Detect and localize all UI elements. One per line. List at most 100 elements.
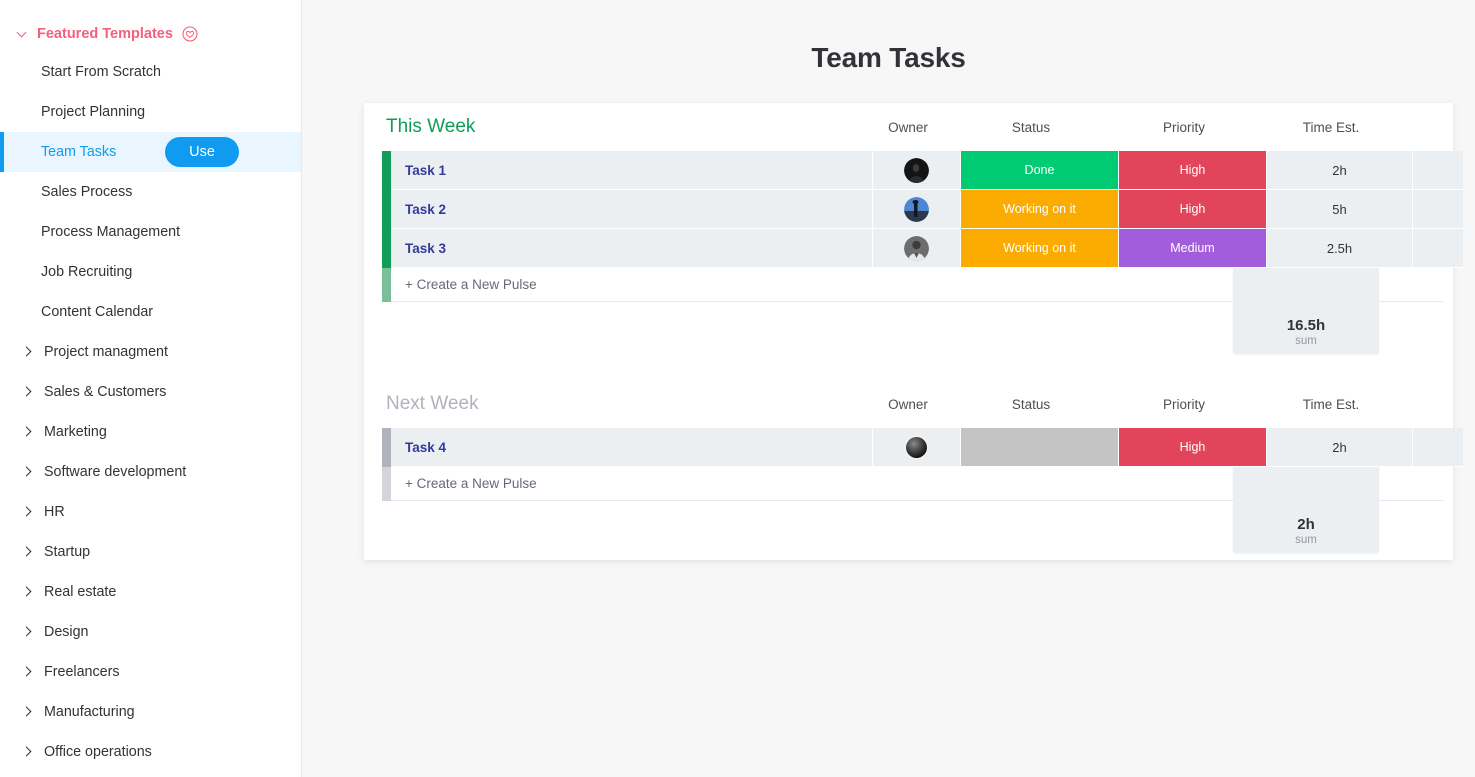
sidebar-group-project-managment[interactable]: Project managment — [0, 332, 301, 372]
sidebar-featured-templates-label: Featured Templates — [37, 26, 173, 42]
cell-priority[interactable]: High — [1119, 428, 1267, 467]
sidebar-group-label: Office operations — [44, 744, 152, 760]
board-group-this-week: This Week Owner Status Priority Time Est… — [364, 103, 1463, 354]
chevron-right-icon — [22, 746, 34, 758]
chevron-right-icon — [22, 586, 34, 598]
sidebar-item-process-management[interactable]: Process Management — [0, 212, 301, 252]
chevron-right-icon — [22, 506, 34, 518]
group-summary-strip: 2h sum — [364, 467, 1453, 553]
app-root: Featured Templates Start From Scratch Pr… — [0, 0, 1475, 777]
sidebar-group-label: HR — [44, 504, 65, 520]
time-est-sum-value: 16.5h — [1286, 317, 1326, 334]
board-preview-card: This Week Owner Status Priority Time Est… — [364, 103, 1463, 560]
sidebar-group-label: Startup — [44, 544, 91, 560]
avatar-person-icon — [904, 235, 929, 261]
column-header-status[interactable]: Status — [952, 397, 1110, 412]
chevron-right-icon — [22, 386, 34, 398]
chevron-right-icon — [22, 546, 34, 558]
column-header-owner[interactable]: Owner — [864, 120, 952, 135]
sidebar-group-software-development[interactable]: Software development — [0, 452, 301, 492]
use-template-button[interactable]: Use — [165, 137, 239, 167]
cell-extra[interactable] — [1413, 190, 1463, 229]
sidebar-group-label: Manufacturing — [44, 704, 135, 720]
sidebar-group-label: Real estate — [44, 584, 117, 600]
sidebar-item-label: Project Planning — [41, 104, 146, 120]
sidebar-item-start-from-scratch[interactable]: Start From Scratch — [0, 52, 301, 92]
sidebar-item-content-calendar[interactable]: Content Calendar — [0, 292, 301, 332]
avatar-dark-icon — [904, 157, 929, 183]
sidebar-item-team-tasks[interactable]: Team Tasks Use — [0, 132, 301, 172]
cell-owner[interactable] — [873, 151, 961, 190]
group-summary-strip: 16.5h sum — [364, 268, 1453, 354]
sidebar-group-manufacturing[interactable]: Manufacturing — [0, 692, 301, 732]
cell-owner[interactable] — [873, 229, 961, 268]
time-est-sum-box: 16.5h sum — [1233, 268, 1379, 354]
sidebar-item-sales-process[interactable]: Sales Process — [0, 172, 301, 212]
page-title: Team Tasks — [811, 42, 966, 73]
cell-status[interactable] — [961, 428, 1119, 467]
sidebar-group-sales-customers[interactable]: Sales & Customers — [0, 372, 301, 412]
chevron-down-icon — [18, 28, 28, 38]
sidebar-group-label: Design — [44, 624, 89, 640]
table-row[interactable]: Task 4 High 2h — [364, 428, 1463, 467]
column-header-priority[interactable]: Priority — [1110, 397, 1258, 412]
row-accent-bar — [382, 268, 391, 302]
sidebar-group-hr[interactable]: HR — [0, 492, 301, 532]
sidebar-item-label: Sales Process — [41, 184, 133, 200]
board-group-next-week: Next Week Owner Status Priority Time Est… — [364, 380, 1463, 553]
cell-priority[interactable]: High — [1119, 151, 1267, 190]
column-header-time-est[interactable]: Time Est. — [1258, 397, 1404, 412]
group-header-row: This Week Owner Status Priority Time Est… — [364, 103, 1453, 151]
sidebar-group-label: Software development — [44, 464, 187, 480]
cell-time-est[interactable]: 2h — [1267, 428, 1413, 467]
cell-time-est[interactable]: 5h — [1267, 190, 1413, 229]
table-row[interactable]: Task 3 Working on it Medium 2.5h — [364, 229, 1463, 268]
cell-time-est[interactable]: 2.5h — [1267, 229, 1413, 268]
cell-owner[interactable] — [873, 190, 961, 229]
row-accent-bar — [382, 229, 391, 268]
cell-status[interactable]: Working on it — [961, 190, 1119, 229]
cell-task-name[interactable]: Task 4 — [391, 428, 873, 467]
column-header-time-est[interactable]: Time Est. — [1258, 120, 1404, 135]
sidebar: Featured Templates Start From Scratch Pr… — [0, 0, 302, 777]
sidebar-group-design[interactable]: Design — [0, 612, 301, 652]
column-header-status[interactable]: Status — [952, 120, 1110, 135]
time-est-sum-label: sum — [1295, 335, 1317, 347]
cell-task-name[interactable]: Task 2 — [391, 190, 873, 229]
chevron-right-icon — [22, 426, 34, 438]
cell-task-name[interactable]: Task 1 — [391, 151, 873, 190]
sidebar-group-real-estate[interactable]: Real estate — [0, 572, 301, 612]
time-est-sum-box: 2h sum — [1233, 467, 1379, 553]
heart-circle-icon — [182, 26, 198, 42]
cell-task-name[interactable]: Task 3 — [391, 229, 873, 268]
sidebar-item-label: Job Recruiting — [41, 264, 133, 280]
sidebar-group-freelancers[interactable]: Freelancers — [0, 652, 301, 692]
sidebar-featured-templates-header[interactable]: Featured Templates — [0, 16, 301, 52]
sidebar-item-label: Process Management — [41, 224, 181, 240]
cell-status[interactable]: Done — [961, 151, 1119, 190]
group-title[interactable]: Next Week — [364, 393, 864, 415]
table-row[interactable]: Task 1 Done High 2h — [364, 151, 1463, 190]
sidebar-group-office-operations[interactable]: Office operations — [0, 732, 301, 772]
group-title[interactable]: This Week — [364, 116, 864, 138]
sidebar-item-project-planning[interactable]: Project Planning — [0, 92, 301, 132]
row-accent-bar — [382, 190, 391, 229]
sidebar-item-job-recruiting[interactable]: Job Recruiting — [0, 252, 301, 292]
cell-priority[interactable]: High — [1119, 190, 1267, 229]
column-header-priority[interactable]: Priority — [1110, 120, 1258, 135]
cell-priority[interactable]: Medium — [1119, 229, 1267, 268]
sidebar-group-label: Sales & Customers — [44, 384, 167, 400]
cell-extra[interactable] — [1413, 428, 1463, 467]
cell-status[interactable]: Working on it — [961, 229, 1119, 268]
row-accent-bar — [382, 428, 391, 467]
row-accent-bar — [382, 467, 391, 501]
cell-extra[interactable] — [1413, 151, 1463, 190]
table-row[interactable]: Task 2 Working on it High 5h — [364, 190, 1463, 229]
cell-owner[interactable] — [873, 428, 961, 467]
sidebar-group-marketing[interactable]: Marketing — [0, 412, 301, 452]
column-header-owner[interactable]: Owner — [864, 397, 952, 412]
sidebar-group-label: Project managment — [44, 344, 168, 360]
cell-time-est[interactable]: 2h — [1267, 151, 1413, 190]
sidebar-group-startup[interactable]: Startup — [0, 532, 301, 572]
cell-extra[interactable] — [1413, 229, 1463, 268]
